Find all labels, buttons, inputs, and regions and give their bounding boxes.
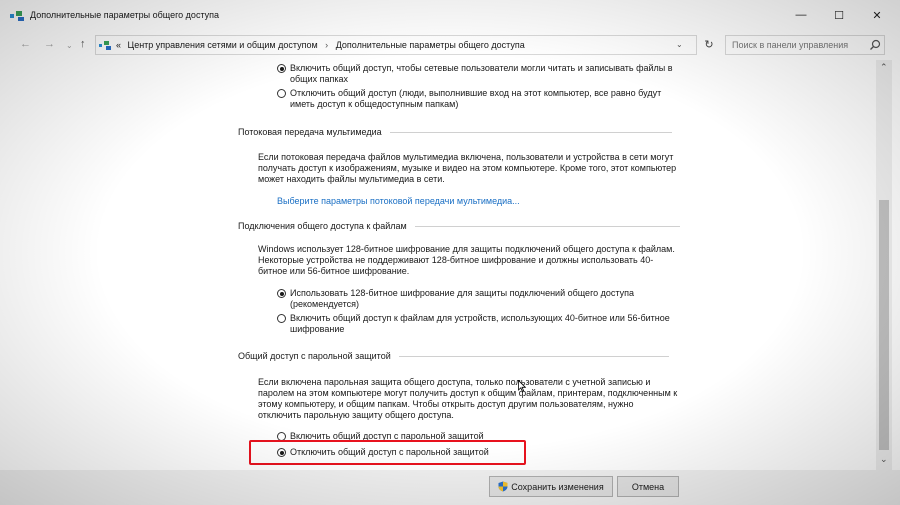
- close-button[interactable]: ✕: [854, 0, 900, 30]
- radio-40-56bit-encryption[interactable]: Включить общий доступ к файлам для устро…: [277, 313, 677, 335]
- section-title: Подключения общего доступа к файлам: [238, 221, 407, 231]
- search-placeholder: Поиск в панели управления: [732, 40, 849, 50]
- search-input[interactable]: Поиск в панели управления: [725, 35, 885, 55]
- radio-button[interactable]: [277, 289, 286, 298]
- media-description: Если потоковая передача файлов мультимед…: [258, 152, 677, 184]
- scrollbar-thumb[interactable]: [879, 200, 889, 450]
- vertical-scrollbar[interactable]: ⌃ ⌄: [876, 60, 892, 470]
- title-bar: Дополнительные параметры общего доступа …: [0, 0, 900, 30]
- section-title: Потоковая передача мультимедиа: [238, 127, 382, 137]
- section-header-password: Общий доступ с парольной защитой: [238, 351, 669, 361]
- section-title: Общий доступ с парольной защитой: [238, 351, 391, 361]
- radio-button[interactable]: [277, 314, 286, 323]
- forward-arrow-icon[interactable]: →: [44, 38, 55, 50]
- radio-enable-sharing[interactable]: Включить общий доступ, чтобы сетевые пол…: [277, 63, 677, 85]
- file-sharing-description: Windows использует 128-битное шифрование…: [258, 244, 675, 276]
- divider: [389, 131, 672, 133]
- network-icon: [10, 11, 24, 21]
- radio-button[interactable]: [277, 64, 286, 73]
- save-changes-button[interactable]: Сохранить изменения: [489, 476, 613, 497]
- up-arrow-icon[interactable]: ↑: [80, 38, 86, 50]
- media-streaming-options-link[interactable]: Выберите параметры потоковой передачи му…: [277, 196, 520, 206]
- radio-label: Отключить общий доступ (люди, выполнивши…: [290, 88, 662, 109]
- address-bar[interactable]: « Центр управления сетями и общим доступ…: [95, 35, 697, 55]
- section-header-media: Потоковая передача мультимедиа: [238, 127, 672, 137]
- radio-label: Включить общий доступ, чтобы сетевые пол…: [290, 63, 673, 84]
- mouse-cursor-icon: [518, 380, 526, 392]
- radio-label: Использовать 128-битное шифрование для з…: [290, 288, 635, 309]
- cancel-button[interactable]: Отмена: [617, 476, 679, 497]
- radio-button[interactable]: [277, 89, 286, 98]
- password-description: Если включена парольная защита общего до…: [258, 377, 678, 420]
- scroll-up-icon[interactable]: ⌃: [880, 62, 888, 73]
- breadcrumb-network-center[interactable]: Центр управления сетями и общим доступом: [128, 40, 318, 50]
- address-dropdown-chevron-icon[interactable]: ⌄: [676, 40, 683, 49]
- radio-disable-sharing[interactable]: Отключить общий доступ (люди, выполнивши…: [277, 88, 677, 110]
- breadcrumb-prefix[interactable]: «: [116, 40, 121, 50]
- network-icon: [99, 41, 111, 50]
- recent-locations-chevron-icon[interactable]: ⌄: [66, 41, 73, 50]
- action-bar: [0, 470, 900, 505]
- refresh-button[interactable]: ↻: [697, 35, 721, 55]
- back-arrow-icon[interactable]: ←: [20, 38, 31, 50]
- breadcrumb-separator[interactable]: ›: [325, 40, 328, 50]
- radio-label: Включить общий доступ к файлам для устро…: [290, 313, 670, 334]
- save-changes-label: Сохранить изменения: [511, 481, 604, 492]
- window-title: Дополнительные параметры общего доступа: [30, 10, 220, 20]
- breadcrumb: « Центр управления сетями и общим доступ…: [116, 40, 525, 50]
- section-header-file-sharing: Подключения общего доступа к файлам: [238, 221, 680, 231]
- uac-shield-icon: [498, 481, 508, 492]
- divider: [398, 355, 669, 357]
- search-icon[interactable]: [869, 39, 881, 51]
- scroll-down-icon[interactable]: ⌄: [880, 454, 888, 465]
- highlight-box: [249, 440, 526, 465]
- radio-128bit-encryption[interactable]: Использовать 128-битное шифрование для з…: [277, 288, 677, 310]
- breadcrumb-advanced-sharing[interactable]: Дополнительные параметры общего доступа: [336, 40, 525, 50]
- divider: [414, 225, 680, 227]
